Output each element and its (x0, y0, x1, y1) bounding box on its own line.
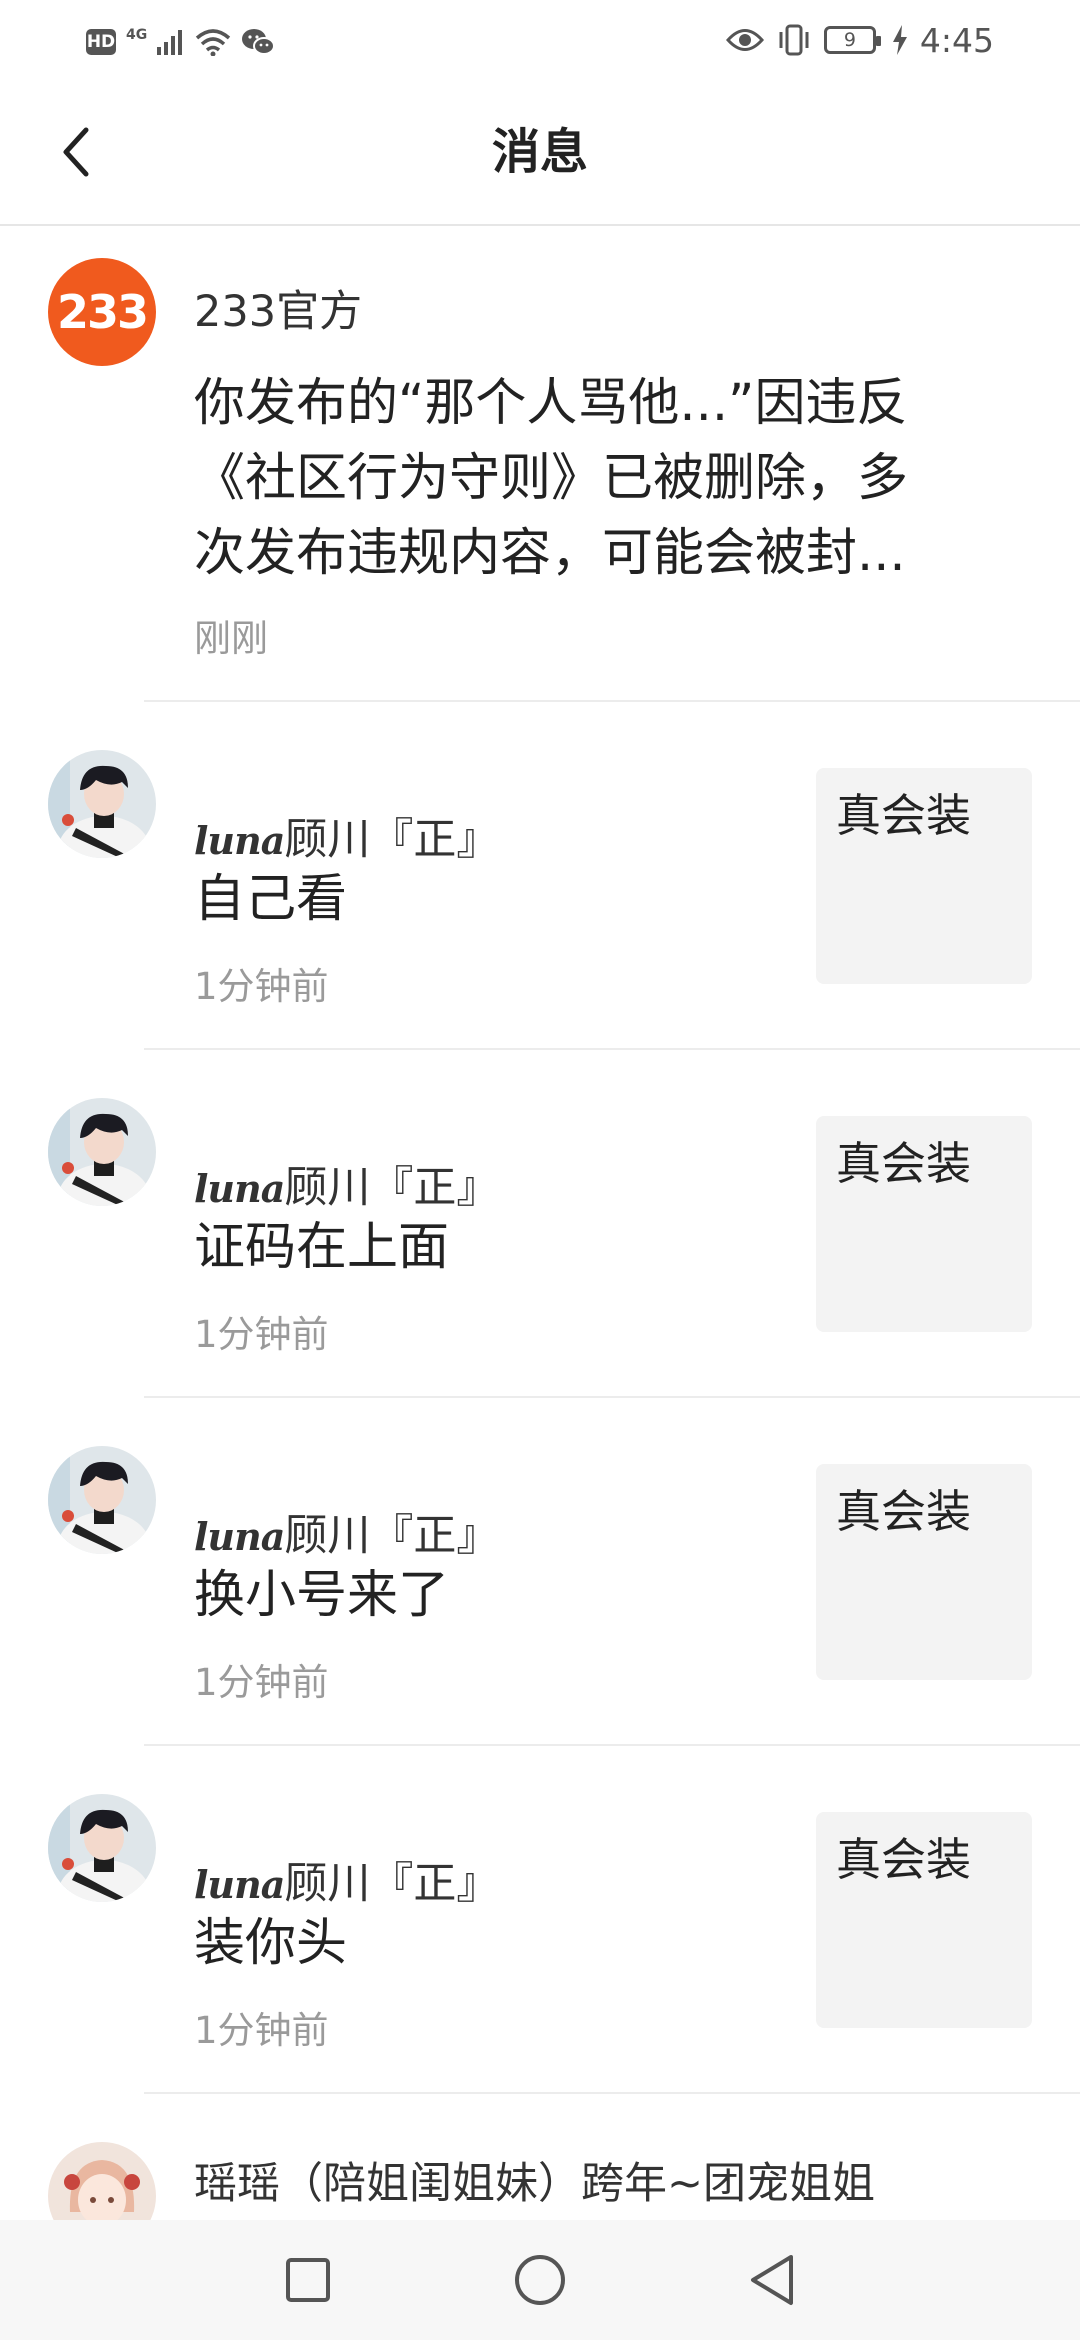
message-time: 刚刚 (194, 617, 268, 660)
quoted-text: 真会装 (836, 1137, 972, 1190)
page-title: 消息 (491, 124, 588, 180)
user-avatar-image (48, 1098, 156, 1206)
wechat-icon (242, 29, 276, 55)
message-time: 1分钟前 (194, 2009, 329, 2052)
signal-icon (157, 30, 183, 55)
avatar[interactable] (48, 2142, 156, 2220)
back-nav-button[interactable] (742, 2250, 802, 2310)
quoted-reply[interactable]: 真会装 (816, 1464, 1032, 1680)
sender-name-text: 顾川『正』 (284, 1859, 500, 1909)
sender-name-script: luna (194, 818, 285, 863)
hd-badge: HD (86, 29, 116, 55)
message-time: 1分钟前 (194, 965, 329, 1008)
quoted-text: 真会装 (836, 1485, 972, 1538)
avatar[interactable] (48, 1446, 156, 1554)
quoted-reply[interactable]: 真会装 (816, 1116, 1032, 1332)
sender-name-text: 顾川『正』 (284, 1163, 500, 1213)
avatar[interactable]: 233 (48, 258, 156, 366)
message-time: 1分钟前 (194, 1313, 329, 1356)
list-item[interactable]: luna顾川『正』 证码在上面 1分钟前 真会装 (0, 1050, 1080, 1398)
avatar[interactable] (48, 750, 156, 858)
triangle-left-icon (751, 2255, 793, 2305)
clock: 4:45 (919, 20, 994, 60)
eye-icon (725, 29, 764, 51)
avatar[interactable] (48, 1794, 156, 1902)
quoted-reply[interactable]: 真会装 (816, 1812, 1032, 2028)
sender-name-text: 顾川『正』 (284, 815, 500, 865)
avatar-logo-text: 233 (56, 285, 149, 339)
message-content: 换小号来了 (194, 1566, 450, 1625)
user-avatar-image (48, 1794, 156, 1902)
system-navigation-bar (0, 2220, 1080, 2340)
user-avatar-image (48, 2142, 156, 2220)
circle-icon (515, 2255, 565, 2305)
user-avatar-image (48, 750, 156, 858)
message-time: 1分钟前 (194, 1661, 329, 1704)
wifi-icon (196, 29, 231, 56)
list-item[interactable]: luna顾川『正』 自己看 1分钟前 真会装 (0, 702, 1080, 1050)
message-line: 次发布违规内容，可能会被封... (194, 524, 906, 583)
app-header: 消息 (0, 80, 1080, 226)
message-content: 自己看 (194, 870, 348, 929)
sender-name-script: luna (194, 1514, 285, 1559)
list-item[interactable]: 瑶瑶（陪姐闺姐妹）跨年~团宠姐姐 (0, 2094, 1080, 2220)
network-type: 4G (126, 27, 148, 43)
charging-icon (892, 25, 907, 55)
sender-name: 瑶瑶（陪姐闺姐妹）跨年~团宠姐姐 (194, 2159, 876, 2209)
sender-name-script: luna (194, 1166, 285, 1211)
message-content: 装你头 (194, 1914, 348, 1973)
square-icon (286, 2258, 330, 2302)
list-item[interactable]: 233 233官方 你发布的“那个人骂他...”因违反 《社区行为守则》已被删除… (0, 224, 1080, 702)
user-avatar-image (48, 1446, 156, 1554)
battery-indicator: 9 (823, 26, 881, 54)
avatar[interactable] (48, 1098, 156, 1206)
message-content: 你发布的“那个人骂他...”因违反 《社区行为守则》已被删除，多 次发布违规内容… (194, 366, 908, 591)
recent-apps-button[interactable] (278, 2250, 338, 2310)
message-content: 证码在上面 (194, 1218, 450, 1277)
message-line: 《社区行为守则》已被删除，多 (194, 449, 909, 508)
quoted-reply[interactable]: 真会装 (816, 768, 1032, 984)
quoted-text: 真会装 (836, 1833, 972, 1886)
sender-name: 233官方 (194, 287, 363, 337)
list-item[interactable]: luna顾川『正』 换小号来了 1分钟前 真会装 (0, 1398, 1080, 1746)
vibrate-icon (779, 24, 809, 56)
message-line: 你发布的“那个人骂他...”因违反 (194, 374, 908, 433)
status-bar: HD 4G 9 4:45 (0, 0, 1080, 80)
quoted-text: 真会装 (836, 789, 972, 842)
list-item[interactable]: luna顾川『正』 装你头 1分钟前 真会装 (0, 1746, 1080, 2094)
sender-name-script: luna (194, 1862, 285, 1907)
home-button[interactable] (510, 2250, 570, 2310)
sender-name-text: 顾川『正』 (284, 1511, 500, 1561)
